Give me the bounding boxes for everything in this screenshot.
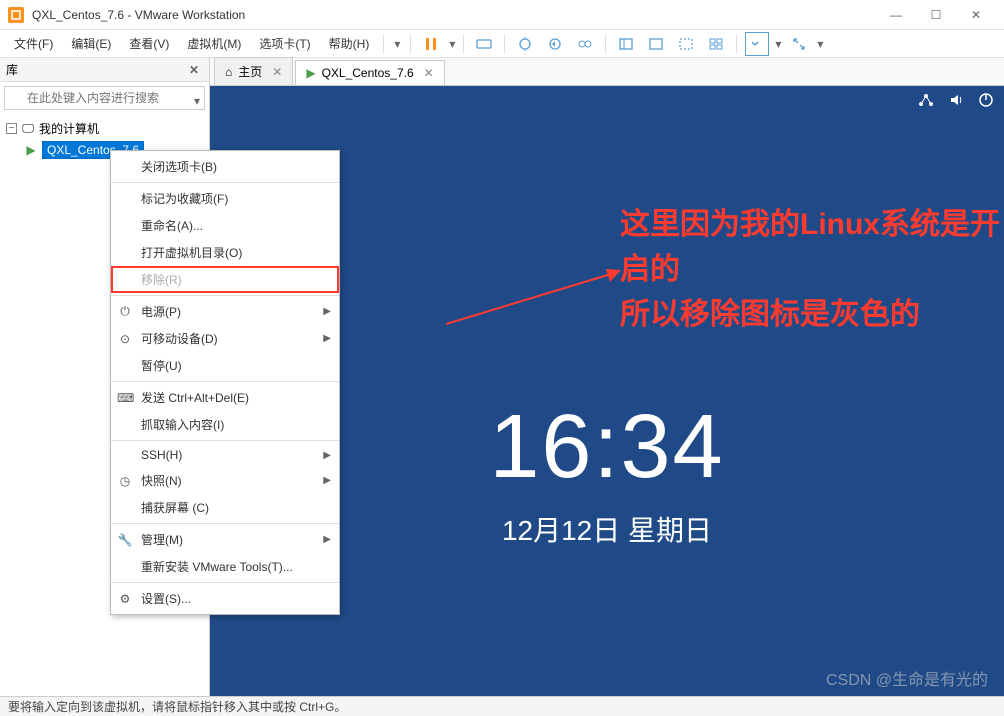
snapshot-icon: ◷ <box>117 474 133 488</box>
send-keys-button[interactable] <box>472 32 496 56</box>
computer-icon: 🖵 <box>21 121 35 136</box>
snapshot-revert-button[interactable] <box>543 32 567 56</box>
submenu-arrow-icon: ▶ <box>323 306 331 317</box>
annotation-text: 这里因为我的Linux系统是开启的 所以移除图标是灰色的 <box>620 202 1004 337</box>
ctx-send-cad[interactable]: ⌨发送 Ctrl+Alt+Del(E) <box>111 384 339 411</box>
ctx-open-dir[interactable]: 打开虚拟机目录(O) <box>111 239 339 266</box>
titlebar: QXL_Centos_7.6 - VMware Workstation — ☐ … <box>0 0 1004 30</box>
minimize-button[interactable]: — <box>876 1 916 29</box>
lock-screen-clock: 16:34 12月12日 星期日 <box>489 396 724 549</box>
network-icon[interactable] <box>918 92 934 111</box>
sidebar-close-button[interactable]: ✕ <box>185 63 203 77</box>
pause-dropdown-icon[interactable]: ▾ <box>447 37 457 51</box>
view-console-button[interactable] <box>644 32 668 56</box>
home-icon: ⌂ <box>225 65 232 79</box>
maximize-button[interactable]: ☐ <box>916 1 956 29</box>
stretch-dropdown-icon[interactable]: ▾ <box>815 37 825 51</box>
power-icon[interactable] <box>978 92 994 111</box>
app-icon <box>8 7 24 23</box>
annotation-arrow <box>446 264 626 334</box>
ctx-grab-input[interactable]: 抓取输入内容(I) <box>111 411 339 438</box>
ctx-pause[interactable]: 暂停(U) <box>111 352 339 379</box>
status-text: 要将输入定向到该虚拟机，请将鼠标指针移入其中或按 Ctrl+G。 <box>8 698 346 715</box>
view-thumbnails-button[interactable] <box>704 32 728 56</box>
keyboard-icon: ⌨ <box>117 391 133 405</box>
menu-help[interactable]: 帮助(H) <box>321 31 378 56</box>
menu-edit[interactable]: 编辑(E) <box>63 31 119 56</box>
view-single-button[interactable] <box>614 32 638 56</box>
ctx-settings[interactable]: ⚙设置(S)... <box>111 585 339 612</box>
sidebar-title: 库 <box>6 61 18 78</box>
clock-time: 16:34 <box>489 396 724 499</box>
submenu-arrow-icon: ▶ <box>323 475 331 486</box>
pause-button[interactable] <box>419 32 443 56</box>
usb-icon: ⊙ <box>117 332 133 346</box>
sidebar-header: 库 ✕ <box>0 58 209 82</box>
menu-tabs[interactable]: 选项卡(T) <box>251 31 318 56</box>
ctx-manage[interactable]: 🔧管理(M)▶ <box>111 526 339 553</box>
fullscreen-dropdown-icon[interactable]: ▾ <box>773 37 783 51</box>
ctx-favorite[interactable]: 标记为收藏项(F) <box>111 185 339 212</box>
guest-topbar <box>918 92 994 111</box>
tree-root[interactable]: − 🖵 我的计算机 <box>4 118 205 139</box>
ctx-snapshot[interactable]: ◷快照(N)▶ <box>111 467 339 494</box>
clock-date: 12月12日 星期日 <box>489 509 724 549</box>
volume-icon[interactable] <box>948 92 964 111</box>
submenu-arrow-icon: ▶ <box>323 333 331 344</box>
ctx-vmtools[interactable]: 重新安装 VMware Tools(T)... <box>111 553 339 580</box>
power-icon: ⏻ <box>117 304 133 319</box>
gear-icon: ⚙ <box>117 592 133 606</box>
tab-home[interactable]: ⌂ 主页 ✕ <box>214 57 293 85</box>
search-input[interactable] <box>4 86 205 110</box>
submenu-arrow-icon: ▶ <box>323 534 331 545</box>
stretch-button[interactable] <box>787 32 811 56</box>
search-dropdown-icon[interactable]: ▾ <box>194 94 200 108</box>
wrench-icon: 🔧 <box>117 533 133 547</box>
statusbar: 要将输入定向到该虚拟机，请将鼠标指针移入其中或按 Ctrl+G。 <box>0 696 1004 716</box>
collapse-icon[interactable]: − <box>6 123 17 134</box>
ctx-capture[interactable]: 捕获屏幕 (C) <box>111 494 339 521</box>
window-title: QXL_Centos_7.6 - VMware Workstation <box>32 8 876 22</box>
menu-vm[interactable]: 虚拟机(M) <box>179 31 249 56</box>
close-button[interactable]: ✕ <box>956 1 996 29</box>
ctx-close-tab[interactable]: 关闭选项卡(B) <box>111 153 339 180</box>
ctx-remove: 移除(R) <box>111 266 339 293</box>
snapshot-button[interactable] <box>513 32 537 56</box>
menubar: 文件(F) 编辑(E) 查看(V) 虚拟机(M) 选项卡(T) 帮助(H) ▾ … <box>0 30 1004 58</box>
vm-running-icon: ▶ <box>24 143 38 157</box>
tab-home-label: 主页 <box>238 63 262 80</box>
menu-file[interactable]: 文件(F) <box>6 31 61 56</box>
tree-root-label: 我的计算机 <box>39 120 99 137</box>
context-menu: 关闭选项卡(B) 标记为收藏项(F) 重命名(A)... 打开虚拟机目录(O) … <box>110 150 340 615</box>
tab-vm-close[interactable]: ✕ <box>424 66 434 80</box>
fullscreen-button[interactable] <box>745 32 769 56</box>
vm-tab-icon: ▶ <box>306 66 315 80</box>
submenu-arrow-icon: ▶ <box>323 450 331 461</box>
menu-view[interactable]: 查看(V) <box>121 31 177 56</box>
dropdown-chevron-icon[interactable]: ▾ <box>390 37 404 51</box>
ctx-removable[interactable]: ⊙可移动设备(D)▶ <box>111 325 339 352</box>
tab-vm-label: QXL_Centos_7.6 <box>322 66 414 80</box>
tab-bar: ⌂ 主页 ✕ ▶ QXL_Centos_7.6 ✕ <box>210 58 1004 86</box>
tab-vm[interactable]: ▶ QXL_Centos_7.6 ✕ <box>295 60 444 85</box>
tab-home-close[interactable]: ✕ <box>272 65 282 79</box>
ctx-ssh[interactable]: SSH(H)▶ <box>111 443 339 467</box>
ctx-power[interactable]: ⏻电源(P)▶ <box>111 298 339 325</box>
view-unity-button[interactable] <box>674 32 698 56</box>
ctx-rename[interactable]: 重命名(A)... <box>111 212 339 239</box>
snapshot-manager-button[interactable] <box>573 32 597 56</box>
